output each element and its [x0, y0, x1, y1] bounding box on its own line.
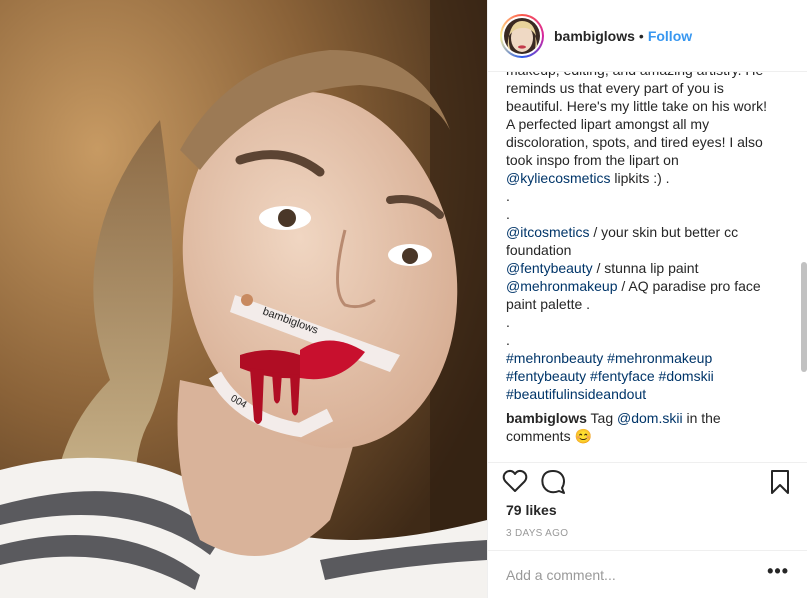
- separator-dot: •: [638, 27, 644, 44]
- product-line-mehron: @mehronmakeup / AQ paradise pro face pai…: [506, 277, 776, 313]
- caption-dot: .: [506, 188, 510, 204]
- caption-line: lipkits :) .: [614, 170, 670, 186]
- caption-dot: .: [506, 314, 510, 330]
- comment-username[interactable]: bambiglows: [506, 410, 587, 426]
- smile-emoji: 😊: [574, 428, 592, 444]
- comment-bubble-icon[interactable]: [540, 469, 566, 495]
- comment-item: bambiglows Tag @dom.skii in the comments…: [506, 409, 776, 445]
- avatar-border: [502, 15, 542, 56]
- avatar[interactable]: [500, 13, 544, 58]
- username[interactable]: bambiglows: [554, 28, 635, 44]
- caption-line: makeup, editing, and amazing artistry. H…: [506, 72, 768, 168]
- mention-itcosmetics[interactable]: @itcosmetics: [506, 224, 589, 240]
- post-header: bambiglows • Follow: [488, 0, 807, 72]
- caption-dot: .: [506, 206, 510, 222]
- product-line-it: @itcosmetics / your skin but better cc f…: [506, 223, 776, 259]
- caption: makeup, editing, and amazing artistry. H…: [506, 72, 776, 445]
- instagram-post: bambiglows 004 bambiglows • Follow remin…: [0, 0, 807, 598]
- avatar-image: [504, 17, 540, 54]
- post-date[interactable]: 3 DAYS AGO: [506, 528, 568, 539]
- post-photo[interactable]: bambiglows 004: [0, 0, 487, 598]
- add-comment-bar: •••: [488, 550, 807, 598]
- caption-text: makeup, editing, and amazing artistry. H…: [506, 72, 776, 187]
- post-sidebar: bambiglows • Follow makeup, editing, and…: [487, 0, 807, 598]
- selfie-photo: bambiglows 004: [0, 0, 487, 598]
- heart-icon[interactable]: [502, 469, 528, 493]
- mention-mehronmakeup[interactable]: @mehronmakeup: [506, 278, 618, 294]
- scrollbar[interactable]: [801, 262, 807, 372]
- product-line-fenty: @fentybeauty / stunna lip paint: [506, 259, 776, 277]
- more-options-button[interactable]: •••: [767, 561, 789, 582]
- comment-text: Tag: [590, 410, 614, 426]
- likes-count[interactable]: 79 likes: [506, 502, 557, 518]
- mention-fentybeauty[interactable]: @fentybeauty: [506, 260, 593, 276]
- mention-domskii[interactable]: @dom.skii: [617, 410, 683, 426]
- hashtags[interactable]: #mehronbeauty #mehronmakeup #fentybeauty…: [506, 349, 776, 403]
- mention-kyliecosmetics[interactable]: @kyliecosmetics: [506, 170, 610, 186]
- comments-scroll-area[interactable]: makeup, editing, and amazing artistry. H…: [488, 72, 807, 462]
- caption-dot: .: [506, 332, 510, 348]
- add-comment-input[interactable]: [504, 563, 758, 587]
- bookmark-icon[interactable]: [770, 469, 790, 495]
- product-text: / stunna lip paint: [596, 260, 699, 276]
- avatar-picture-icon: [504, 17, 540, 54]
- follow-button[interactable]: Follow: [648, 28, 692, 44]
